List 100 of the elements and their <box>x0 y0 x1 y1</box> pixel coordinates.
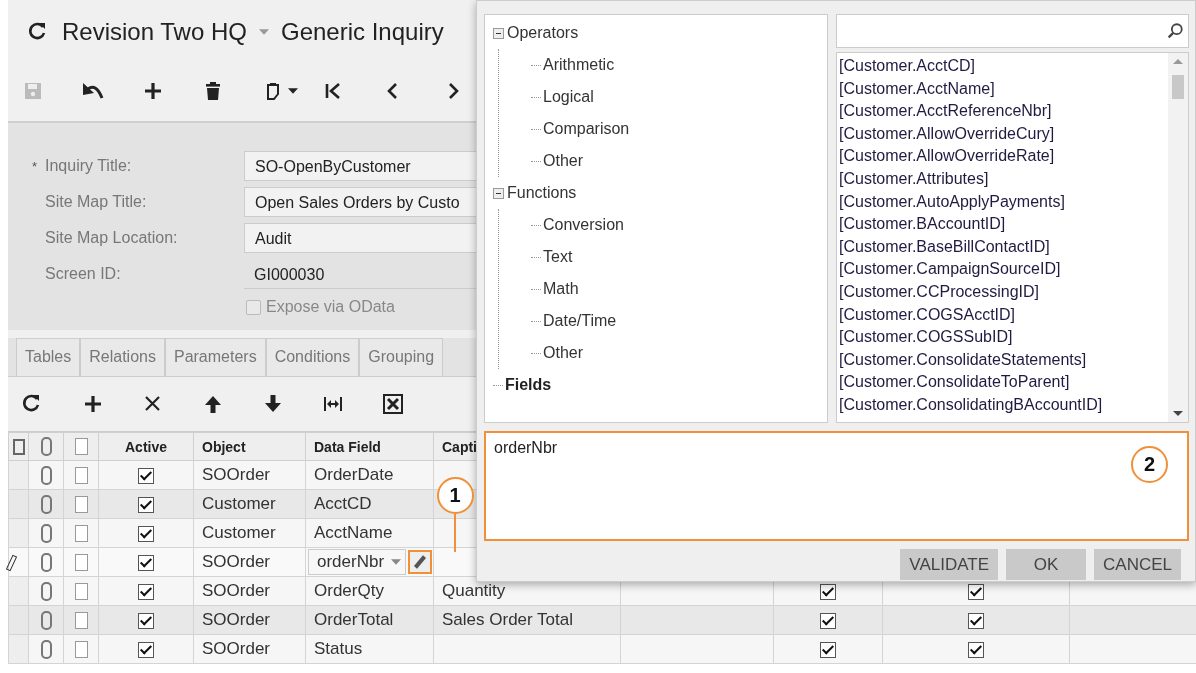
tree-item[interactable]: Fields <box>505 376 552 394</box>
plus-icon <box>82 393 104 415</box>
list-item[interactable]: [Customer.COGSSubID] <box>839 326 1168 349</box>
field-label: Screen ID: <box>45 265 121 283</box>
list-item[interactable]: [Customer.ConsolidateStatements] <box>839 348 1168 372</box>
list-item[interactable]: [Customer.CCProcessingID] <box>839 280 1168 304</box>
table-cell: AcctCD <box>314 494 372 513</box>
tab[interactable]: Tables <box>16 338 81 376</box>
text-field[interactable]: SO-OpenByCustomer <box>244 151 478 181</box>
list-item[interactable]: [Customer.AllowOverrideRate] <box>839 145 1168 168</box>
plus-icon <box>142 80 164 102</box>
column-header: Data Field <box>314 438 381 455</box>
checkbox[interactable] <box>138 583 154 600</box>
note-icon[interactable] <box>74 467 88 484</box>
checkbox[interactable] <box>820 612 836 629</box>
edit-button[interactable] <box>408 550 432 574</box>
search-field[interactable] <box>836 14 1189 48</box>
note-icon[interactable] <box>74 612 88 629</box>
tree-item[interactable]: Logical <box>543 88 594 106</box>
collapse-icon[interactable] <box>493 27 504 39</box>
list-item[interactable]: [Customer.CampaignSourceID] <box>839 258 1168 281</box>
list-item[interactable]: [Customer.AutoApplyPayments] <box>839 190 1168 214</box>
checkbox[interactable] <box>138 496 154 513</box>
dialog-button[interactable]: OK <box>1006 549 1087 580</box>
tree-item[interactable]: Arithmetic <box>543 56 615 74</box>
caret-icon[interactable] <box>391 559 401 565</box>
table-cell: SOOrder <box>202 581 271 600</box>
tree-item[interactable]: Math <box>543 280 579 298</box>
note-icon <box>74 438 88 456</box>
list-item[interactable]: [Customer.BaseBillContactID] <box>839 235 1168 259</box>
table-cell: AcctName <box>314 523 393 542</box>
required-mark: * <box>32 158 39 174</box>
dialog-button[interactable]: CANCEL <box>1094 549 1181 580</box>
list-item[interactable]: [Customer.COGSAcctID] <box>839 303 1168 327</box>
tree-item[interactable]: Date/Time <box>543 312 617 330</box>
scrollbar[interactable] <box>1168 53 1188 422</box>
table-cell: Customer <box>202 523 276 542</box>
field-label: Site Map Title: <box>45 193 147 211</box>
leader-line <box>454 514 456 552</box>
list-item[interactable]: [Customer.Attributes] <box>839 167 1168 191</box>
tab[interactable]: Conditions <box>265 338 360 376</box>
checkbox[interactable] <box>820 583 836 600</box>
company-name[interactable]: Revision Two HQ <box>62 18 247 46</box>
note-icon[interactable] <box>74 583 88 600</box>
column-header: Capti <box>442 438 477 455</box>
search-icon[interactable] <box>1166 22 1184 40</box>
checkbox[interactable] <box>138 641 154 658</box>
table-cell: SOOrder <box>202 639 271 658</box>
text-field[interactable]: Open Sales Orders by Custo <box>244 187 478 217</box>
list-item[interactable]: [Customer.ConsolidatingBAccountID] <box>839 393 1168 417</box>
excel-icon <box>382 393 404 415</box>
tree-item[interactable]: Operators <box>507 24 579 42</box>
tree-item[interactable]: Other <box>543 344 583 362</box>
checkbox-label: Expose via OData <box>266 298 395 316</box>
tree-item[interactable]: Other <box>543 152 583 170</box>
column-header: Object <box>202 438 246 455</box>
list-item[interactable]: [Customer.BAccountID] <box>839 213 1168 236</box>
table-cell: Quantity <box>442 581 506 600</box>
checkbox[interactable] <box>138 467 154 484</box>
field-label: Inquiry Title: <box>45 157 132 175</box>
note-icon[interactable] <box>74 525 88 542</box>
list-item[interactable]: [Customer.AllowOverrideCury] <box>839 122 1168 146</box>
tree-item[interactable]: Functions <box>507 184 577 202</box>
list-item[interactable]: [Customer.AcctName] <box>839 77 1168 101</box>
screen-title: Generic Inquiry <box>280 18 444 46</box>
table-cell: SOOrder <box>202 465 271 484</box>
collapse-icon[interactable] <box>493 187 504 199</box>
table-cell: OrderQty <box>314 581 384 600</box>
tree-item[interactable]: Text <box>543 248 573 266</box>
tab[interactable]: Relations <box>80 338 165 376</box>
note-icon[interactable] <box>74 496 88 513</box>
list-item[interactable]: [Customer.AcctCD] <box>839 55 1168 78</box>
checkbox[interactable] <box>820 641 836 658</box>
note-icon[interactable] <box>74 554 88 571</box>
tree-item[interactable]: Conversion <box>543 216 624 234</box>
table-cell: Status <box>314 639 363 658</box>
dropdown-field[interactable]: orderNbr <box>308 549 406 575</box>
table-cell: OrderTotal <box>314 610 394 629</box>
table-cell: OrderDate <box>314 465 394 484</box>
checkbox[interactable] <box>968 612 984 629</box>
dialog-button[interactable]: VALIDATE <box>900 549 999 580</box>
tree-item[interactable]: Comparison <box>543 120 630 138</box>
tab[interactable]: Parameters <box>164 338 266 376</box>
list-item[interactable]: [Customer.AcctReferenceNbr] <box>839 100 1168 123</box>
checkbox[interactable] <box>138 525 154 542</box>
checkbox[interactable] <box>968 641 984 658</box>
table-cell: SOOrder <box>202 610 271 629</box>
text-field[interactable]: Audit <box>244 223 478 253</box>
checkbox[interactable] <box>968 583 984 600</box>
save-icon <box>22 80 44 102</box>
list-item[interactable]: [Customer.ConsolidateToParent] <box>839 371 1168 394</box>
note-icon[interactable] <box>74 641 88 658</box>
field-label: Site Map Location: <box>45 229 178 247</box>
table-cell: Sales Order Total <box>442 610 574 629</box>
checkbox[interactable] <box>138 554 154 571</box>
caret-icon <box>288 88 298 94</box>
checkbox[interactable] <box>138 612 154 629</box>
tab[interactable]: Grouping <box>359 338 444 376</box>
table-cell: SOOrder <box>202 552 271 571</box>
column-header: Active <box>125 438 167 455</box>
